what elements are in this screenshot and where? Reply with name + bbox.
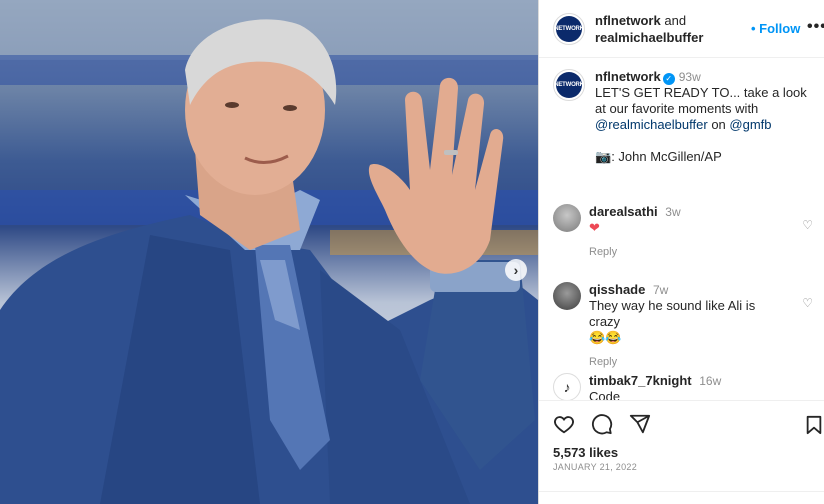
comment-time: 3w — [665, 205, 681, 219]
comment-icon[interactable] — [591, 413, 613, 435]
comment-time: 7w — [652, 283, 669, 297]
comment-username[interactable]: qisshade — [589, 282, 645, 297]
post-photo[interactable]: › — [0, 0, 538, 504]
comment-body: qisshade 7w They way he sound like Ali i… — [589, 282, 789, 370]
reply-button[interactable]: Reply — [589, 354, 789, 370]
caption-body: nflnetwork ✓ 93w LET'S GET READY TO... tak… — [595, 69, 807, 164]
post-caption: NETWORK nflnetwork ✓ 93w LET'S GET READY T… — [539, 59, 824, 165]
commenter-avatar[interactable] — [553, 282, 581, 310]
comment-body: timbak7_7knight 16w Code — [589, 373, 789, 400]
reply-button[interactable]: Reply — [589, 244, 789, 260]
header-accounts: nflnetwork and realmichaelbuffer — [595, 12, 703, 46]
header-account-2[interactable]: realmichaelbuffer — [595, 30, 703, 45]
comment-time: 16w — [699, 374, 722, 388]
like-comment-heart-icon[interactable]: ♡ — [802, 296, 813, 310]
caption-text: LET'S GET READY TO... take a look at our… — [595, 85, 807, 116]
nfl-network-logo: NETWORK — [554, 15, 584, 42]
comment-text: They way he sound like Ali is crazy — [589, 298, 756, 329]
header-and: and — [664, 12, 687, 28]
caption-username[interactable]: nflnetwork — [595, 69, 661, 84]
next-photo-button[interactable]: › — [505, 259, 527, 281]
photo-illustration — [0, 0, 538, 504]
like-comment-heart-icon[interactable]: ♡ — [802, 218, 813, 232]
header-account-1[interactable]: nflnetwork — [595, 13, 661, 28]
bookmark-icon — [806, 415, 822, 435]
heart-icon[interactable] — [553, 413, 575, 435]
comment: darealsathi 3w ❤ Reply ♡ — [553, 204, 813, 260]
action-icons — [553, 413, 651, 435]
caption-hashtag[interactable]: @gmfb — [729, 117, 771, 132]
comment: ♪ timbak7_7knight 16w Code — [553, 373, 813, 400]
heart-emoji: ❤ — [589, 220, 600, 235]
follow-button[interactable]: • Follow — [751, 21, 800, 36]
account-avatar[interactable]: NETWORK — [553, 12, 585, 45]
divider — [539, 491, 824, 492]
comment-text: Code — [589, 389, 621, 400]
camera-icon: 📷 — [595, 149, 612, 164]
share-icon[interactable] — [629, 413, 651, 435]
more-options-icon[interactable]: ••• — [807, 18, 824, 36]
caption-credit: John McGillen/AP — [618, 149, 722, 164]
caption-avatar[interactable]: NETWORK — [553, 69, 585, 101]
post-header: NETWORK nflnetwork and realmichaelbuffer… — [539, 0, 824, 58]
nfl-network-logo: NETWORK — [554, 72, 584, 98]
caption-mention[interactable]: @realmichaelbuffer — [595, 117, 708, 132]
comment: qisshade 7w They way he sound like Ali i… — [553, 282, 813, 370]
commenter-avatar[interactable] — [553, 204, 581, 232]
comment-body: darealsathi 3w ❤ Reply — [589, 204, 789, 260]
post-actions: 5,573 likes JANUARY 21, 2022 — [539, 400, 824, 504]
commenter-avatar[interactable]: ♪ — [553, 373, 581, 400]
caption-time[interactable]: 93w — [679, 70, 701, 84]
post-date[interactable]: JANUARY 21, 2022 — [553, 462, 637, 472]
likes-count[interactable]: 5,573 likes — [553, 445, 618, 460]
comment-username[interactable]: darealsathi — [589, 204, 658, 219]
save-button[interactable] — [805, 415, 823, 435]
chevron-right-icon: › — [513, 262, 519, 278]
caption-on: on — [711, 117, 726, 132]
comment-username[interactable]: timbak7_7knight — [589, 373, 692, 388]
verified-badge-icon: ✓ — [662, 73, 675, 85]
laughing-emoji: 😂😂 — [589, 330, 622, 345]
post-sidebar: NETWORK nflnetwork and realmichaelbuffer… — [538, 0, 824, 504]
